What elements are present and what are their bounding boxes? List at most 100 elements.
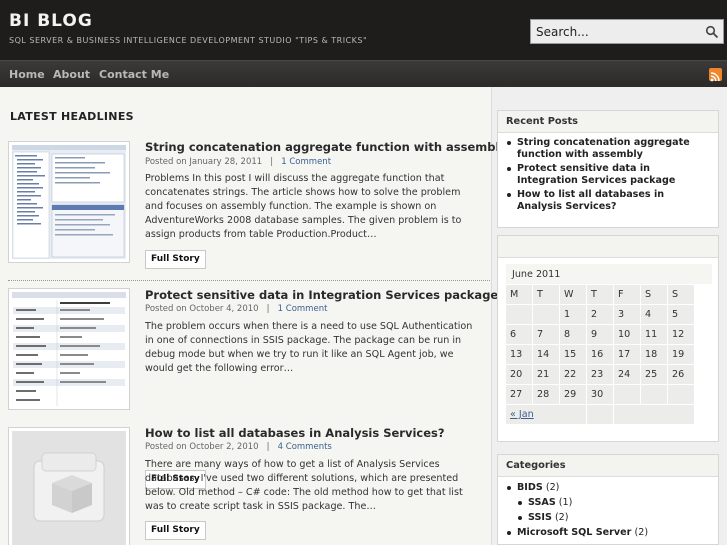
calendar-day: 27 [506, 385, 532, 404]
calendar-header-row: M T W T F S S [506, 285, 694, 304]
categories-widget: Categories BIDS (2) SSAS (1) SSIS (2) Mi… [497, 454, 719, 545]
calendar-week: 13 14 15 16 17 18 19 [506, 345, 694, 364]
calendar-day: 3 [614, 305, 640, 324]
comments-link[interactable]: 1 Comment [278, 304, 328, 314]
search-box [530, 19, 724, 44]
nav-about[interactable]: About [53, 68, 90, 81]
calendar-day: 6 [506, 325, 532, 344]
post-thumbnail[interactable] [8, 288, 130, 410]
full-story-button[interactable]: Full Story [145, 521, 206, 540]
category-item[interactable]: BIDS (2) [506, 480, 710, 495]
calendar-day [641, 385, 667, 404]
calendar-day: 18 [641, 345, 667, 364]
calendar-day: 8 [560, 325, 586, 344]
categories-list: BIDS (2) SSAS (1) SSIS (2) Microsoft SQL… [498, 477, 718, 540]
category-item[interactable]: SSIS (2) [517, 510, 710, 525]
comments-link[interactable]: 4 Comments [278, 442, 332, 452]
calendar-prev-link[interactable]: « Jan [506, 405, 586, 424]
full-story-button[interactable]: Full Story [145, 250, 206, 269]
category-item[interactable]: Microsoft SQL Server (2) [506, 525, 710, 540]
category-name[interactable]: BIDS [517, 482, 543, 493]
calendar-day: 15 [560, 345, 586, 364]
category-count: (2) [554, 512, 569, 523]
search-input[interactable] [531, 20, 701, 43]
post-thumbnail[interactable] [8, 427, 130, 545]
post-divider [8, 280, 490, 281]
post-date: Posted on October 2, 2010 [145, 442, 259, 452]
calendar-day: 21 [533, 365, 559, 384]
meta-separator: | [261, 304, 275, 314]
widget-title: Recent Posts [498, 111, 718, 133]
calendar-day: 9 [587, 325, 613, 344]
calendar-day [614, 385, 640, 404]
calendar-day: 20 [506, 365, 532, 384]
category-name[interactable]: SSAS [528, 497, 556, 508]
nav-home[interactable]: Home [9, 68, 45, 81]
category-name[interactable]: Microsoft SQL Server [517, 527, 631, 538]
widget-title [498, 236, 718, 258]
recent-posts-widget: Recent Posts String concatenation aggreg… [497, 110, 719, 228]
post-title[interactable]: String concatenation aggregate function … [145, 140, 507, 154]
calendar-empty [587, 405, 613, 424]
calendar-caption: June 2011 [506, 264, 712, 284]
calendar-day: 16 [587, 345, 613, 364]
calendar-day [668, 385, 694, 404]
main-column: LATEST HEADLINES String concatenation ag… [0, 87, 507, 545]
site-description: SQL SERVER & BUSINESS INTELLIGENCE DEVEL… [9, 36, 368, 45]
meta-separator: | [264, 157, 279, 167]
weekday-label: W [560, 285, 586, 304]
weekday-label: T [587, 285, 613, 304]
widget-title: Categories [498, 455, 718, 477]
recent-post-link[interactable]: How to list all databases in Analysis Se… [506, 189, 710, 213]
calendar-day: 10 [614, 325, 640, 344]
site-title[interactable]: BI BLOG [9, 11, 93, 31]
calendar-next [614, 405, 694, 424]
weekday-label: S [641, 285, 667, 304]
calendar-day: 12 [668, 325, 694, 344]
calendar-week: 27 28 29 30 [506, 385, 694, 404]
category-name[interactable]: SSIS [528, 512, 552, 523]
category-count: (2) [545, 482, 560, 493]
comments-link[interactable]: 1 Comment [281, 157, 331, 167]
post-meta: Posted on January 28, 2011 | 1 Comment [145, 157, 331, 167]
recent-post-link[interactable]: String concatenation aggregate function … [506, 137, 710, 161]
calendar-day: 26 [668, 365, 694, 384]
calendar-day: 24 [614, 365, 640, 384]
post-excerpt: The problem occurs when there is a need … [145, 321, 473, 374]
rss-icon[interactable] [709, 68, 722, 82]
calendar-day: 1 [560, 305, 586, 324]
calendar-footer: « Jan [506, 405, 694, 424]
weekday-label: F [614, 285, 640, 304]
post-date: Posted on January 28, 2011 [145, 157, 263, 167]
calendar-week: 20 21 22 23 24 25 26 [506, 365, 694, 384]
post-date: Posted on October 4, 2010 [145, 304, 259, 314]
category-item[interactable]: SSAS (1) [517, 495, 710, 510]
calendar-day: 25 [641, 365, 667, 384]
calendar-day: 19 [668, 345, 694, 364]
calendar-day: 4 [641, 305, 667, 324]
category-count: (2) [634, 527, 649, 538]
meta-separator: | [261, 442, 275, 452]
calendar-day [506, 305, 532, 324]
post-thumbnail[interactable] [8, 141, 130, 263]
recent-post-link[interactable]: Protect sensitive data in Integration Se… [506, 163, 710, 187]
calendar-day: 11 [641, 325, 667, 344]
calendar-day [533, 305, 559, 324]
calendar-day: 14 [533, 345, 559, 364]
category-count: (1) [558, 497, 573, 508]
post-meta: Posted on October 2, 2010 | 4 Comments [145, 442, 332, 452]
calendar-week: 1 2 3 4 5 [506, 305, 694, 324]
weekday-label: T [533, 285, 559, 304]
nav-contact[interactable]: Contact Me [99, 68, 169, 81]
main-nav: Home About Contact Me [0, 60, 727, 87]
post-title[interactable]: How to list all databases in Analysis Se… [145, 426, 445, 440]
search-icon[interactable] [705, 25, 719, 39]
calendar-day: 29 [560, 385, 586, 404]
weekday-label: S [668, 285, 694, 304]
calendar-day: 17 [614, 345, 640, 364]
post-excerpt: There are many ways of how to get a list… [145, 459, 463, 512]
recent-posts-list: String concatenation aggregate function … [498, 133, 718, 213]
post-title[interactable]: Protect sensitive data in Integration Se… [145, 288, 498, 302]
calendar-day: 23 [587, 365, 613, 384]
site-header: BI BLOG SQL SERVER & BUSINESS INTELLIGEN… [0, 0, 727, 60]
